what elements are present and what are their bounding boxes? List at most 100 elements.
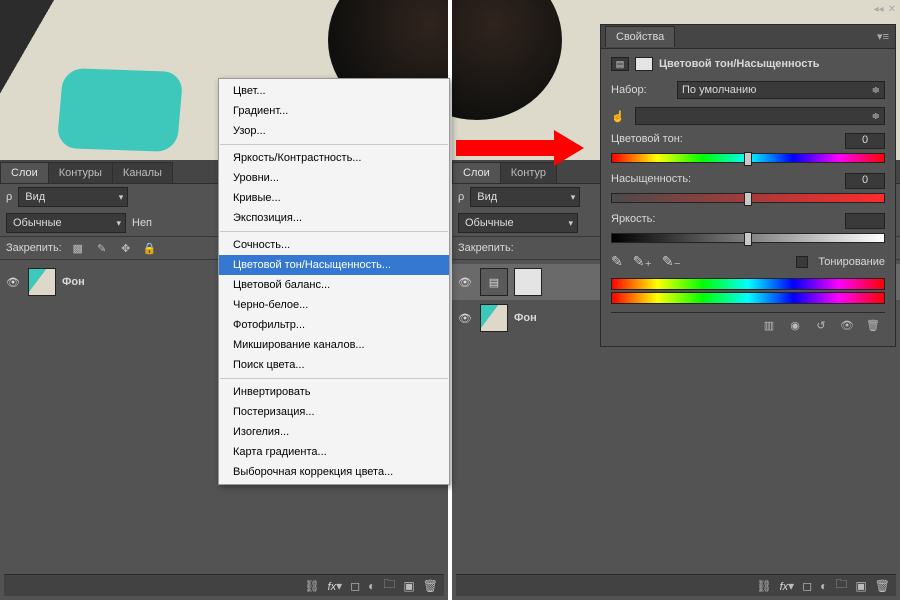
hue-slider[interactable]	[611, 153, 885, 163]
lightness-label: Яркость:	[611, 213, 655, 229]
layers-bottom-bar-right: ⛓ fx▾ ◻ ◐ 🗀 ▣ 🗑	[456, 574, 896, 596]
new-layer-icon[interactable]: ▣	[855, 579, 866, 593]
hue-value-input[interactable]: 0	[845, 133, 885, 149]
lock-paint-icon[interactable]: ✎	[94, 242, 110, 255]
arrow-shaft	[456, 140, 556, 156]
lock-all-icon[interactable]: 🔒	[142, 242, 158, 255]
saturation-value-input[interactable]: 0	[845, 173, 885, 189]
hue-slider-handle[interactable]	[744, 152, 752, 166]
menu-levels[interactable]: Уровни...	[219, 168, 449, 188]
fx-icon[interactable]: fx▾	[780, 579, 795, 593]
tab-paths[interactable]: Контуры	[48, 162, 113, 183]
mask-icon[interactable]: ◻	[350, 579, 360, 593]
reset-icon[interactable]: ↺	[813, 319, 829, 332]
blend-mode-dropdown[interactable]: Обычные	[458, 213, 578, 233]
panel-menu-icon[interactable]: ▾≡	[871, 30, 895, 43]
properties-tab[interactable]: Свойства	[605, 26, 675, 47]
menu-photo-filter[interactable]: Фотофильтр...	[219, 315, 449, 335]
menu-invert[interactable]: Инвертировать	[219, 382, 449, 402]
tab-layers[interactable]: Слои	[452, 162, 501, 183]
menu-solid-color[interactable]: Цвет...	[219, 81, 449, 101]
targeted-adjust-icon[interactable]: ☝	[611, 110, 629, 123]
menu-separator	[220, 231, 448, 232]
hue-label: Цветовой тон:	[611, 133, 683, 149]
group-icon[interactable]: 🗀	[835, 575, 847, 596]
delete-layer-icon[interactable]: 🗑	[875, 579, 890, 593]
close-icon[interactable]: ✕	[888, 4, 896, 15]
layer-thumbnail[interactable]	[480, 304, 508, 332]
properties-panel: Свойства ▾≡ ▤ Цветовой тон/Насыщенность …	[600, 24, 896, 347]
blend-mode-dropdown[interactable]: Обычные	[6, 213, 126, 233]
menu-channel-mixer[interactable]: Микширование каналов...	[219, 335, 449, 355]
menu-curves[interactable]: Кривые...	[219, 188, 449, 208]
lock-position-icon[interactable]: ✥	[118, 242, 134, 255]
lock-transparency-icon[interactable]: ▩	[70, 242, 86, 255]
adjustment-type-icon: ▤	[611, 57, 629, 71]
menu-color-lookup[interactable]: Поиск цвета...	[219, 355, 449, 375]
tab-paths[interactable]: Контур	[500, 162, 557, 183]
toggle-visibility-icon[interactable]: 👁	[839, 319, 855, 332]
view-previous-icon[interactable]: ◉	[787, 319, 803, 332]
fx-icon[interactable]: fx▾	[328, 579, 343, 593]
lightness-slider-handle[interactable]	[744, 232, 752, 246]
menu-hue-saturation[interactable]: Цветовой тон/Насыщенность...	[219, 255, 449, 275]
menu-exposure[interactable]: Экспозиция...	[219, 208, 449, 228]
link-layers-icon[interactable]: ⛓	[756, 579, 771, 593]
visibility-toggle-icon[interactable]: 👁	[456, 312, 474, 325]
channel-dropdown[interactable]	[635, 107, 885, 125]
mask-thumbnail[interactable]	[514, 268, 542, 296]
lock-label: Закрепить:	[458, 242, 514, 254]
menu-color-balance[interactable]: Цветовой баланс...	[219, 275, 449, 295]
input-hue-strip[interactable]	[611, 278, 885, 290]
mask-icon[interactable]: ◻	[802, 579, 812, 593]
menu-pattern[interactable]: Узор...	[219, 121, 449, 141]
lightness-slider-block: Яркость:	[611, 213, 885, 243]
menu-brightness-contrast[interactable]: Яркость/Контрастность...	[219, 148, 449, 168]
arrow-head-icon	[554, 130, 584, 166]
menu-gradient-map[interactable]: Карта градиента...	[219, 442, 449, 462]
tab-layers[interactable]: Слои	[0, 162, 49, 183]
eyedropper-add-icon[interactable]: ✎₊	[633, 253, 652, 270]
annotation-arrow	[456, 140, 556, 156]
menu-vibrance[interactable]: Сочность...	[219, 235, 449, 255]
adjustment-layer-icon[interactable]: ◐	[820, 579, 827, 593]
lightness-slider[interactable]	[611, 233, 885, 243]
panel-corner-controls: ◂◂ ✕	[874, 4, 896, 15]
new-layer-icon[interactable]: ▣	[403, 579, 414, 593]
group-icon[interactable]: 🗀	[383, 575, 395, 596]
saturation-slider[interactable]	[611, 193, 885, 203]
visibility-toggle-icon[interactable]: 👁	[4, 276, 22, 289]
menu-black-white[interactable]: Черно-белое...	[219, 295, 449, 315]
delete-layer-icon[interactable]: 🗑	[423, 579, 438, 593]
visibility-toggle-icon[interactable]: 👁	[456, 276, 474, 289]
tab-channels[interactable]: Каналы	[112, 162, 173, 183]
adjustment-title: Цветовой тон/Насыщенность	[659, 58, 820, 70]
eyedropper-icon[interactable]: ✎	[611, 253, 623, 270]
collapse-icon[interactable]: ◂◂	[874, 4, 884, 15]
saturation-slider-block: Насыщенность: 0	[611, 173, 885, 203]
output-hue-strip[interactable]	[611, 292, 885, 304]
filter-kind-dropdown[interactable]: Вид	[470, 187, 580, 207]
menu-posterize[interactable]: Постеризация...	[219, 402, 449, 422]
link-layers-icon[interactable]: ⛓	[304, 579, 319, 593]
colorize-checkbox[interactable]	[796, 256, 808, 268]
preset-label: Набор:	[611, 84, 671, 96]
filter-kind-dropdown[interactable]: Вид	[18, 187, 128, 207]
menu-gradient[interactable]: Градиент...	[219, 101, 449, 121]
clip-to-layer-icon[interactable]: ▥	[761, 319, 777, 332]
layer-thumbnail[interactable]	[28, 268, 56, 296]
adjustment-layer-icon[interactable]: ◐	[368, 579, 375, 593]
adjustment-thumbnail[interactable]: ▤	[480, 268, 508, 296]
lightness-value-input[interactable]	[845, 213, 885, 229]
mask-mode-icon[interactable]	[635, 57, 653, 71]
saturation-label: Насыщенность:	[611, 173, 691, 189]
menu-separator	[220, 144, 448, 145]
menu-threshold[interactable]: Изогелия...	[219, 422, 449, 442]
saturation-slider-handle[interactable]	[744, 192, 752, 206]
preset-dropdown[interactable]: По умолчанию	[677, 81, 885, 99]
menu-separator	[220, 378, 448, 379]
eyedropper-subtract-icon[interactable]: ✎₋	[662, 253, 681, 270]
eyedropper-row: ✎ ✎₊ ✎₋ Тонирование	[611, 253, 885, 270]
delete-adjustment-icon[interactable]: 🗑	[865, 319, 881, 332]
menu-selective-color[interactable]: Выборочная коррекция цвета...	[219, 462, 449, 482]
